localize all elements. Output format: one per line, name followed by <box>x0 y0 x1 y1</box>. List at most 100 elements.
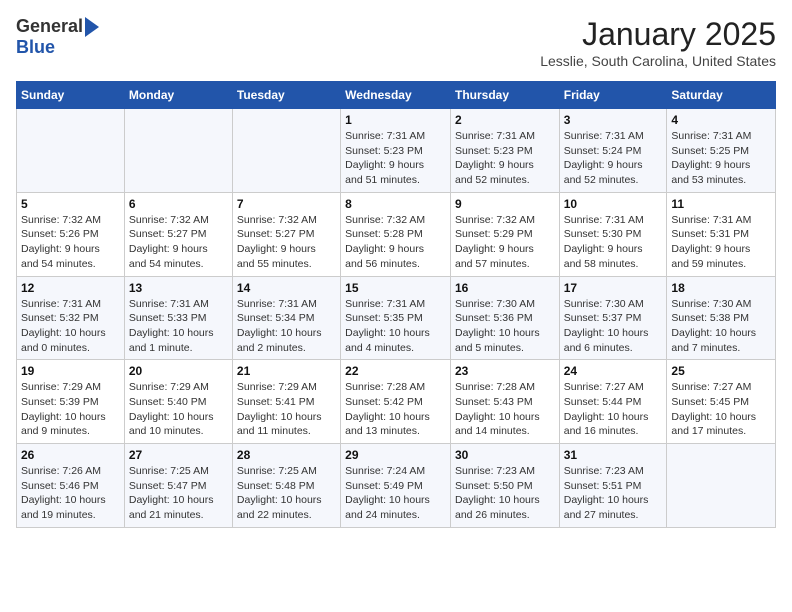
calendar-cell: 20 Sunrise: 7:29 AM Sunset: 5:40 PM Dayli… <box>124 360 232 444</box>
month-title: January 2025 <box>540 16 776 53</box>
calendar-cell <box>17 109 125 193</box>
day-header-saturday: Saturday <box>667 82 776 109</box>
day-number: 1 <box>345 113 446 127</box>
calendar-cell: 21 Sunrise: 7:29 AM Sunset: 5:41 PM Dayli… <box>232 360 340 444</box>
page-header: General Blue January 2025 Lesslie, South… <box>16 16 776 69</box>
day-number: 20 <box>129 364 228 378</box>
day-header-sunday: Sunday <box>17 82 125 109</box>
logo-arrow-icon <box>85 17 99 37</box>
day-info: Sunrise: 7:31 AM Sunset: 5:23 PM Dayligh… <box>345 129 446 188</box>
day-number: 23 <box>455 364 555 378</box>
calendar-cell: 5 Sunrise: 7:32 AM Sunset: 5:26 PM Daylig… <box>17 192 125 276</box>
day-number: 22 <box>345 364 446 378</box>
day-info: Sunrise: 7:28 AM Sunset: 5:43 PM Dayligh… <box>455 380 555 439</box>
day-info: Sunrise: 7:24 AM Sunset: 5:49 PM Dayligh… <box>345 464 446 523</box>
day-header-monday: Monday <box>124 82 232 109</box>
day-info: Sunrise: 7:32 AM Sunset: 5:26 PM Dayligh… <box>21 213 120 272</box>
calendar-table: SundayMondayTuesdayWednesdayThursdayFrid… <box>16 81 776 528</box>
day-number: 3 <box>564 113 663 127</box>
day-info: Sunrise: 7:32 AM Sunset: 5:29 PM Dayligh… <box>455 213 555 272</box>
calendar-cell: 3 Sunrise: 7:31 AM Sunset: 5:24 PM Daylig… <box>559 109 667 193</box>
calendar-cell: 17Sunrise: 7:30 AM Sunset: 5:37 PM Dayli… <box>559 276 667 360</box>
day-info: Sunrise: 7:31 AM Sunset: 5:35 PM Dayligh… <box>345 297 446 356</box>
day-info: Sunrise: 7:23 AM Sunset: 5:50 PM Dayligh… <box>455 464 555 523</box>
calendar-cell: 6Sunrise: 7:32 AM Sunset: 5:27 PM Daylig… <box>124 192 232 276</box>
calendar-cell: 9Sunrise: 7:32 AM Sunset: 5:29 PM Daylig… <box>450 192 559 276</box>
day-number: 26 <box>21 448 120 462</box>
day-info: Sunrise: 7:29 AM Sunset: 5:39 PM Dayligh… <box>21 380 120 439</box>
day-info: Sunrise: 7:31 AM Sunset: 5:23 PM Dayligh… <box>455 129 555 188</box>
day-number: 27 <box>129 448 228 462</box>
day-number: 18 <box>671 281 771 295</box>
day-number: 2 <box>455 113 555 127</box>
calendar-cell: 30 Sunrise: 7:23 AM Sunset: 5:50 PM Dayli… <box>450 444 559 528</box>
calendar-cell: 4 Sunrise: 7:31 AM Sunset: 5:25 PM Daylig… <box>667 109 776 193</box>
calendar-cell: 18Sunrise: 7:30 AM Sunset: 5:38 PM Dayli… <box>667 276 776 360</box>
day-number: 19 <box>21 364 120 378</box>
logo-blue-text: Blue <box>16 37 55 58</box>
day-number: 12 <box>21 281 120 295</box>
day-number: 15 <box>345 281 446 295</box>
week-row: 26 Sunrise: 7:26 AM Sunset: 5:46 PM Dayli… <box>17 444 776 528</box>
day-number: 29 <box>345 448 446 462</box>
day-info: Sunrise: 7:31 AM Sunset: 5:30 PM Dayligh… <box>564 213 663 272</box>
calendar-cell: 14 Sunrise: 7:31 AM Sunset: 5:34 PM Dayli… <box>232 276 340 360</box>
calendar-cell: 22 Sunrise: 7:28 AM Sunset: 5:42 PM Dayli… <box>341 360 451 444</box>
day-info: Sunrise: 7:31 AM Sunset: 5:31 PM Dayligh… <box>671 213 771 272</box>
day-info: Sunrise: 7:28 AM Sunset: 5:42 PM Dayligh… <box>345 380 446 439</box>
day-info: Sunrise: 7:30 AM Sunset: 5:37 PM Dayligh… <box>564 297 663 356</box>
day-number: 16 <box>455 281 555 295</box>
day-info: Sunrise: 7:27 AM Sunset: 5:45 PM Dayligh… <box>671 380 771 439</box>
calendar-cell: 23 Sunrise: 7:28 AM Sunset: 5:43 PM Dayli… <box>450 360 559 444</box>
day-number: 14 <box>237 281 336 295</box>
day-header-wednesday: Wednesday <box>341 82 451 109</box>
day-info: Sunrise: 7:29 AM Sunset: 5:41 PM Dayligh… <box>237 380 336 439</box>
day-number: 13 <box>129 281 228 295</box>
day-info: Sunrise: 7:31 AM Sunset: 5:33 PM Dayligh… <box>129 297 228 356</box>
header-row: SundayMondayTuesdayWednesdayThursdayFrid… <box>17 82 776 109</box>
day-number: 7 <box>237 197 336 211</box>
day-number: 4 <box>671 113 771 127</box>
day-info: Sunrise: 7:31 AM Sunset: 5:25 PM Dayligh… <box>671 129 771 188</box>
day-number: 30 <box>455 448 555 462</box>
week-row: 19 Sunrise: 7:29 AM Sunset: 5:39 PM Dayli… <box>17 360 776 444</box>
day-number: 31 <box>564 448 663 462</box>
day-number: 21 <box>237 364 336 378</box>
calendar-cell: 29 Sunrise: 7:24 AM Sunset: 5:49 PM Dayli… <box>341 444 451 528</box>
day-info: Sunrise: 7:26 AM Sunset: 5:46 PM Dayligh… <box>21 464 120 523</box>
day-number: 28 <box>237 448 336 462</box>
day-info: Sunrise: 7:27 AM Sunset: 5:44 PM Dayligh… <box>564 380 663 439</box>
logo-general-text: General <box>16 16 83 37</box>
calendar-cell: 8Sunrise: 7:32 AM Sunset: 5:28 PM Daylig… <box>341 192 451 276</box>
calendar-cell: 11Sunrise: 7:31 AM Sunset: 5:31 PM Dayli… <box>667 192 776 276</box>
location-text: Lesslie, South Carolina, United States <box>540 53 776 69</box>
calendar-cell: 19 Sunrise: 7:29 AM Sunset: 5:39 PM Dayli… <box>17 360 125 444</box>
day-info: Sunrise: 7:32 AM Sunset: 5:27 PM Dayligh… <box>237 213 336 272</box>
calendar-cell: 26 Sunrise: 7:26 AM Sunset: 5:46 PM Dayli… <box>17 444 125 528</box>
calendar-cell: 7 Sunrise: 7:32 AM Sunset: 5:27 PM Daylig… <box>232 192 340 276</box>
calendar-cell: 28 Sunrise: 7:25 AM Sunset: 5:48 PM Dayli… <box>232 444 340 528</box>
calendar-cell: 10Sunrise: 7:31 AM Sunset: 5:30 PM Dayli… <box>559 192 667 276</box>
day-info: Sunrise: 7:25 AM Sunset: 5:48 PM Dayligh… <box>237 464 336 523</box>
calendar-cell: 2 Sunrise: 7:31 AM Sunset: 5:23 PM Daylig… <box>450 109 559 193</box>
calendar-cell: 12 Sunrise: 7:31 AM Sunset: 5:32 PM Dayli… <box>17 276 125 360</box>
day-number: 5 <box>21 197 120 211</box>
calendar-cell <box>232 109 340 193</box>
calendar-cell: 31Sunrise: 7:23 AM Sunset: 5:51 PM Dayli… <box>559 444 667 528</box>
calendar-cell: 25Sunrise: 7:27 AM Sunset: 5:45 PM Dayli… <box>667 360 776 444</box>
week-row: 5 Sunrise: 7:32 AM Sunset: 5:26 PM Daylig… <box>17 192 776 276</box>
calendar-cell: 15 Sunrise: 7:31 AM Sunset: 5:35 PM Dayli… <box>341 276 451 360</box>
day-info: Sunrise: 7:31 AM Sunset: 5:32 PM Dayligh… <box>21 297 120 356</box>
day-header-friday: Friday <box>559 82 667 109</box>
day-info: Sunrise: 7:32 AM Sunset: 5:28 PM Dayligh… <box>345 213 446 272</box>
title-block: January 2025 Lesslie, South Carolina, Un… <box>540 16 776 69</box>
day-info: Sunrise: 7:31 AM Sunset: 5:24 PM Dayligh… <box>564 129 663 188</box>
day-info: Sunrise: 7:31 AM Sunset: 5:34 PM Dayligh… <box>237 297 336 356</box>
week-row: 1 Sunrise: 7:31 AM Sunset: 5:23 PM Daylig… <box>17 109 776 193</box>
day-info: Sunrise: 7:29 AM Sunset: 5:40 PM Dayligh… <box>129 380 228 439</box>
day-info: Sunrise: 7:32 AM Sunset: 5:27 PM Dayligh… <box>129 213 228 272</box>
day-header-thursday: Thursday <box>450 82 559 109</box>
calendar-cell: 16Sunrise: 7:30 AM Sunset: 5:36 PM Dayli… <box>450 276 559 360</box>
day-header-tuesday: Tuesday <box>232 82 340 109</box>
calendar-cell: 1 Sunrise: 7:31 AM Sunset: 5:23 PM Daylig… <box>341 109 451 193</box>
